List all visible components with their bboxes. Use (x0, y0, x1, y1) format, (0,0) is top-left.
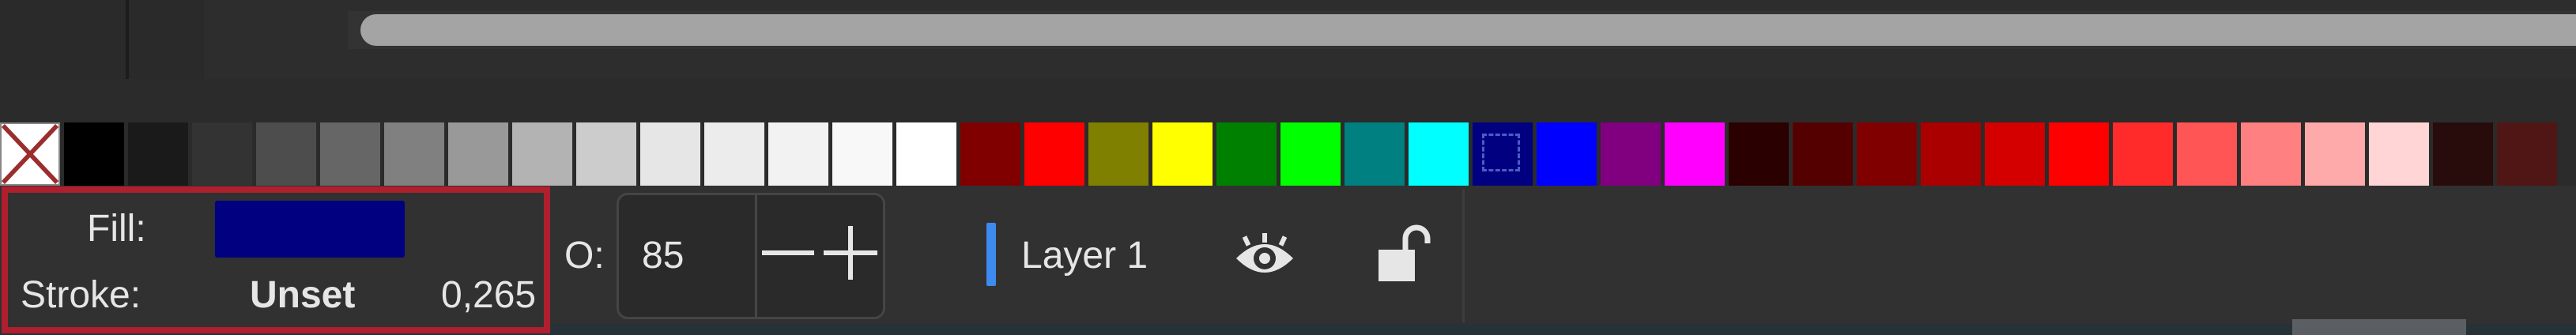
layer-color-indicator (986, 223, 996, 286)
stroke-label: Stroke: (21, 274, 141, 316)
palette-swatch[interactable] (640, 122, 700, 186)
palette-swatch[interactable] (2049, 122, 2109, 186)
fill-stroke-indicator[interactable]: Fill: Stroke: Unset 0,265 (2, 186, 550, 333)
eye-icon[interactable] (1233, 233, 1296, 280)
palette-swatch[interactable] (1921, 122, 1981, 186)
palette-swatch[interactable] (960, 122, 1020, 186)
palette-swatch[interactable] (1152, 122, 1213, 186)
palette-swatch[interactable] (128, 122, 188, 186)
palette-swatch[interactable] (1409, 122, 1469, 186)
palette-swatch[interactable] (512, 122, 572, 186)
unlocked-lock-icon[interactable] (1375, 221, 1431, 284)
palette-swatch[interactable] (2305, 122, 2365, 186)
palette-swatch[interactable] (192, 122, 252, 186)
palette-swatch[interactable] (1473, 122, 1533, 186)
top-toolbar-area (0, 0, 2576, 79)
palette-swatch[interactable] (2369, 122, 2429, 186)
palette-swatch[interactable] (768, 122, 828, 186)
palette-swatch[interactable] (2177, 122, 2237, 186)
fill-label: Fill: (87, 208, 146, 250)
toolbar-divider (126, 0, 129, 79)
palette-swatch[interactable] (1537, 122, 1597, 186)
none-x-icon (2, 124, 58, 184)
opacity-decrease-button[interactable] (760, 221, 816, 284)
palette-swatch[interactable] (384, 122, 444, 186)
current-layer-name[interactable]: Layer 1 (1021, 237, 1148, 275)
canvas-scrollbar-thumb[interactable] (2292, 319, 2466, 335)
palette-swatch[interactable] (1024, 122, 1084, 186)
stroke-value[interactable]: Unset (250, 277, 355, 314)
opacity-separator (755, 195, 757, 317)
palette-swatch[interactable] (576, 122, 636, 186)
palette-swatch[interactable] (832, 122, 892, 186)
palette-swatch[interactable] (1601, 122, 1661, 186)
palette-swatch[interactable] (2241, 122, 2301, 186)
palette-swatch[interactable] (1280, 122, 1341, 186)
palette-swatch[interactable] (320, 122, 380, 186)
palette-swatch[interactable] (1793, 122, 1853, 186)
palette-swatch[interactable] (1345, 122, 1405, 186)
palette-swatch[interactable] (2433, 122, 2493, 186)
palette-swatch[interactable] (1857, 122, 1917, 186)
palette-swatch[interactable] (2497, 122, 2557, 186)
opacity-input[interactable]: 85 (642, 237, 684, 275)
palette-swatch[interactable] (256, 122, 316, 186)
fill-color-swatch[interactable] (215, 201, 405, 258)
top-left-panel (0, 0, 204, 79)
palette-swatch[interactable] (1088, 122, 1148, 186)
opacity-label: O: (564, 235, 605, 277)
palette-swatch[interactable] (1985, 122, 2045, 186)
palette-swatch[interactable] (1729, 122, 1789, 186)
color-palette (0, 122, 2576, 186)
palette-swatch[interactable] (704, 122, 764, 186)
palette-swatch[interactable] (64, 122, 124, 186)
palette-swatch[interactable] (448, 122, 508, 186)
palette-swatch[interactable] (1216, 122, 1277, 186)
palette-swatch[interactable] (1665, 122, 1725, 186)
palette-swatch-none[interactable] (0, 122, 60, 186)
opacity-increase-button[interactable] (819, 221, 882, 284)
stroke-width-value[interactable]: 0,265 (441, 277, 536, 314)
palette-swatch[interactable] (896, 122, 956, 186)
horizontal-scrollbar-thumb[interactable] (360, 14, 2576, 46)
status-bar-separator (1462, 190, 1465, 322)
palette-swatch[interactable] (2113, 122, 2173, 186)
